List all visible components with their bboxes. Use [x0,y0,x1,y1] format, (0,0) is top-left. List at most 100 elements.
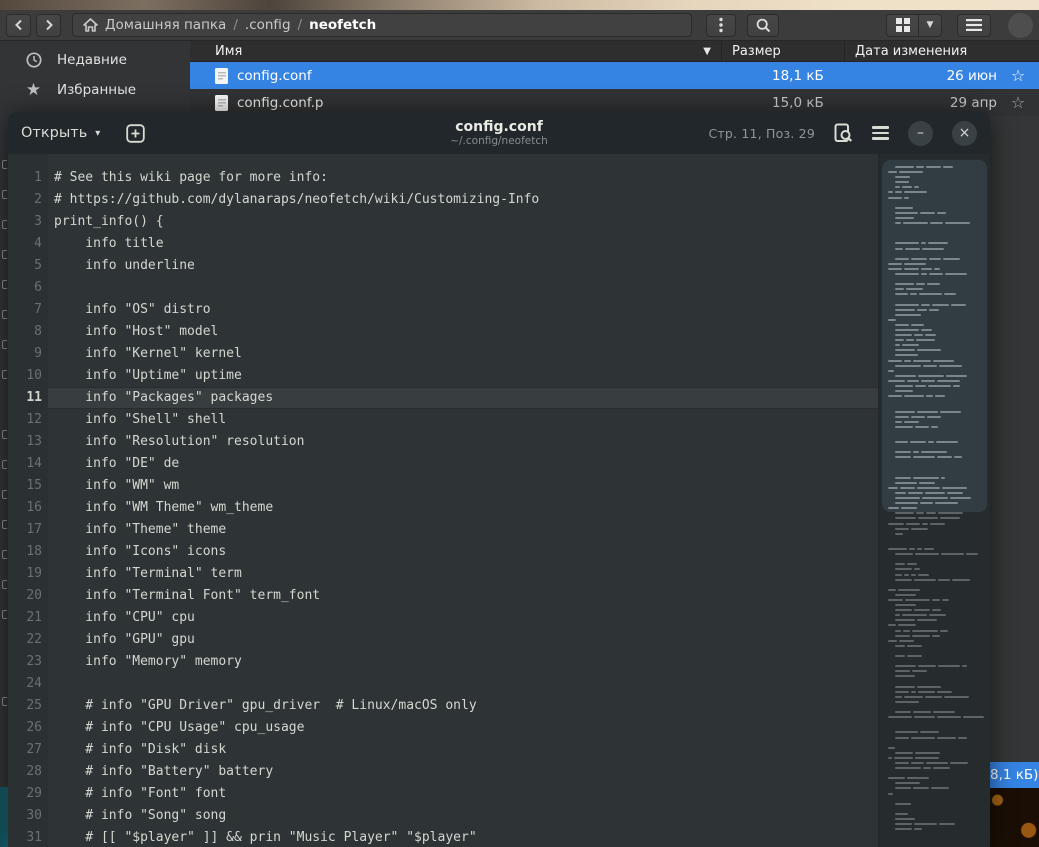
minimap-row [887,339,984,342]
line-number: 26 [26,720,42,735]
app-menu-button[interactable] [957,13,991,37]
code-line: # info "GPU Driver" gpu_driver # Linux/m… [54,698,477,713]
code-line: # info "Battery" battery [54,764,274,779]
minimap-row [887,624,984,627]
minimap-row [887,420,984,423]
line-number: 2 [34,192,42,207]
minimap-row [887,486,984,489]
forward-button[interactable] [36,13,61,37]
line-number: 17 [26,522,42,537]
search-button[interactable] [747,13,779,37]
minimap-row [887,706,984,708]
minimap-row [887,410,984,413]
document-search-button[interactable] [834,123,853,143]
file-icon-wrap [190,94,237,111]
text-file-icon [215,67,228,84]
breadcrumb-segment--[interactable]: Домашняя папка [105,17,226,33]
minimap-row [887,298,984,300]
breadcrumb-segment-neofetch[interactable]: neofetch [309,17,376,33]
window-control-circle[interactable] [1008,12,1033,38]
line-number: 4 [34,236,42,251]
clipped-icon-fragment [2,610,7,619]
location-menu-button[interactable] [706,13,736,37]
minimap-scrollbar[interactable] [878,154,990,847]
new-tab-button[interactable] [126,123,145,143]
column-header-size[interactable]: Размер [722,41,844,61]
back-button[interactable] [6,13,31,37]
line-number: 19 [26,566,42,581]
minimap-row [887,313,984,316]
clipped-sidebar-icons-strip [0,112,8,787]
minimap-row [887,390,984,393]
sidebar-item-star[interactable]: ★ Избранные [0,75,190,105]
editor-body: 1 2 3 4 5 6 7 8 9 10 11 12 13 14 15 16 17 18 19 20 21 22 23 24 2… [8,154,990,847]
minimap-row [887,568,984,571]
table-row[interactable]: config.conf 18,1 кБ 26 июн ☆ [190,62,1039,89]
minimap-row [887,436,984,438]
breadcrumb-segment--config[interactable]: .config [245,17,291,33]
minimap-row [887,431,984,433]
minimap-row [887,660,984,662]
minimap-row [887,802,984,805]
file-size: 18,1 кБ [772,67,824,84]
code-line: # [[ "$player" ]] && prin "Music Player"… [54,830,477,845]
minimap-row [887,761,984,764]
editor-headerbar: Открыть ▾ config.conf ~/.config/neofetch… [8,112,990,154]
minimap-row [887,272,984,275]
line-number: 22 [26,632,42,647]
file-manager-toolbar: Домашняя папка / .config / neofetch ▼ [0,10,1039,41]
minimap-row [887,593,984,596]
minimap-row [887,751,984,754]
editor-menu-button[interactable] [872,126,889,140]
open-button[interactable]: Открыть ▾ [21,125,100,141]
minimize-button[interactable]: – [908,120,933,146]
minimap-row [887,267,984,270]
vertical-dots-icon [719,17,723,33]
minimap-row [887,716,984,719]
cursor-position-label[interactable]: Стр. 11, Поз. 29 [709,126,816,141]
close-button[interactable]: × [952,120,977,146]
editor-header-right: Стр. 11, Поз. 29 – × [709,120,977,146]
star-toggle-icon[interactable]: ☆ [997,66,1039,85]
breadcrumb[interactable]: Домашняя папка / .config / neofetch [72,13,692,37]
minimap-row [887,283,984,286]
minimap-row [887,395,984,398]
line-number: 24 [26,676,42,691]
file-icon-wrap [190,67,237,84]
star-toggle-icon[interactable]: ☆ [997,93,1039,112]
sidebar-item-clock[interactable]: Недавние [0,45,190,75]
minimap-row [887,604,984,607]
minimap-row [887,461,984,463]
minimap-row [887,746,984,749]
minimap-row [887,700,984,703]
grid-view-button[interactable] [886,13,919,37]
minimap-row [887,563,984,566]
minimap-row [887,538,984,540]
code-line: info "GPU" gpu [54,632,195,647]
chevron-down-icon: ▼ [926,20,934,30]
line-number: 21 [26,610,42,625]
code-line: info "Terminal" term [54,566,242,581]
column-header-modified[interactable]: Дата изменения [844,41,1039,61]
view-options-dropdown[interactable]: ▼ [919,13,942,37]
minimap-row [887,772,984,774]
minimap-row [887,619,984,622]
minimap-row [887,211,984,214]
code-text-area[interactable]: # See this wiki page for more info: # htt… [48,154,878,847]
line-number: 3 [34,214,42,229]
minimap-row [887,736,984,739]
minimap-row [887,828,984,831]
minimap-row [887,476,984,479]
line-number: 31 [26,830,42,845]
clipped-icon-fragment [2,520,7,529]
minimap-row [887,823,984,826]
view-toggle-group: ▼ [886,13,942,37]
minimap-row [887,196,984,199]
clipped-icon-fragment [2,340,7,349]
minimap-row [887,425,984,428]
column-header-name[interactable]: Имя ▼ [190,41,722,61]
minimap-row [887,253,984,255]
minimap-row [887,492,984,494]
document-magnifier-icon [834,123,853,142]
clipped-icon-fragment [2,697,7,706]
